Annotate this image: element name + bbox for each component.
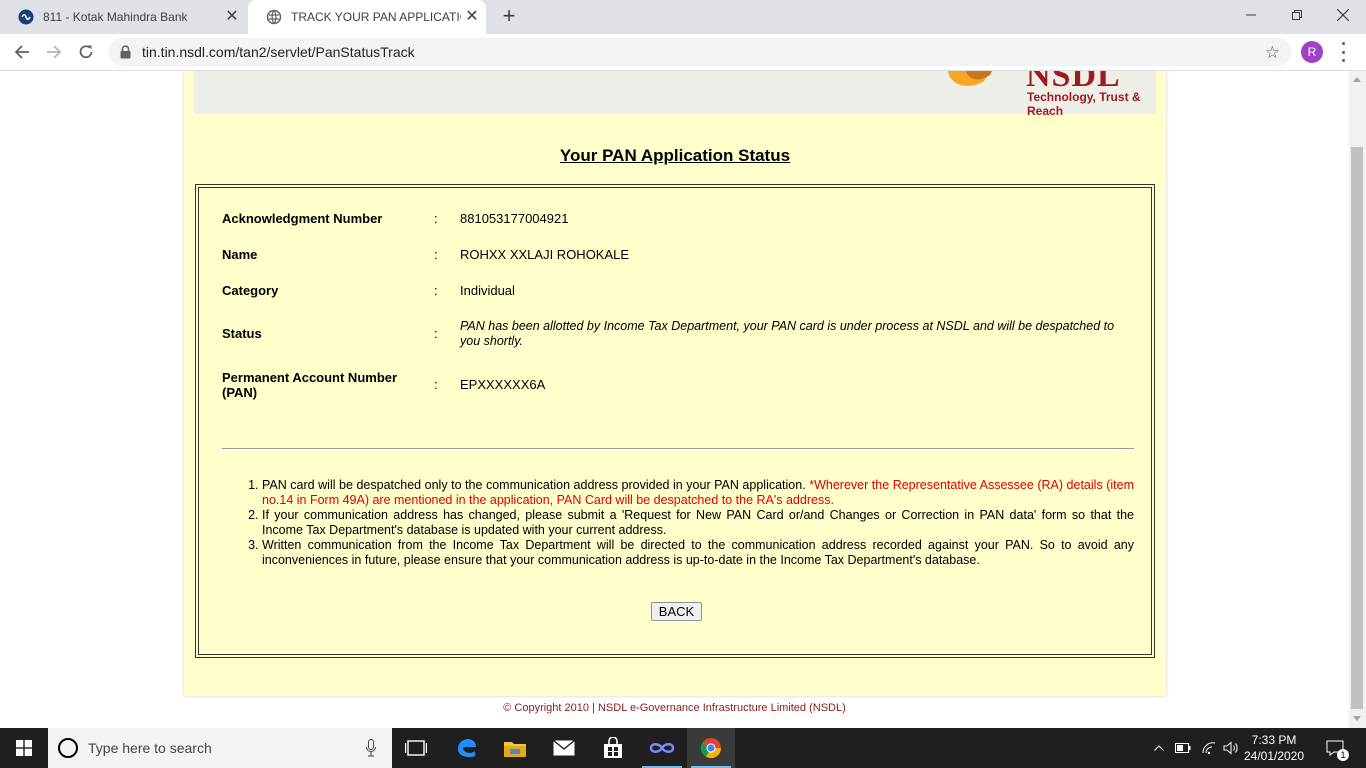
tab-kotak[interactable]: 811 - Kotak Mahindra Bank ✕ [0, 0, 246, 34]
page-viewport: NSDL Technology, Trust & Reach Your PAN … [0, 71, 1349, 728]
category-value: Individual [460, 283, 515, 298]
wifi-button[interactable] [1198, 728, 1220, 768]
address-bar[interactable]: tin.tin.nsdl.com/tan2/servlet/PanStatusT… [108, 38, 1292, 66]
microphone-icon[interactable] [366, 739, 376, 762]
separator: : [434, 211, 438, 226]
status-panel: Acknowledgment Number : 881053177004921 … [195, 184, 1155, 658]
new-tab-button[interactable]: + [498, 5, 520, 28]
tab-strip: 811 - Kotak Mahindra Bank ✕ TRACK YOUR P… [0, 0, 1366, 34]
edge-browser-button[interactable] [442, 728, 490, 768]
bookmark-star-icon[interactable]: ☆ [1265, 43, 1280, 63]
task-view-icon [405, 740, 427, 756]
minimize-icon [1246, 14, 1256, 16]
detail-label: Category [222, 283, 279, 298]
battery-button[interactable] [1172, 728, 1194, 768]
clock-date: 24/01/2020 [1243, 749, 1305, 763]
show-hidden-icons-button[interactable] [1150, 728, 1168, 768]
tab-title: TRACK YOUR PAN APPLICATION [291, 10, 461, 24]
mail-button[interactable] [540, 728, 588, 768]
minimize-button[interactable] [1228, 0, 1274, 30]
scrollbar-thumb[interactable] [1351, 147, 1363, 709]
page-container: NSDL Technology, Trust & Reach Your PAN … [184, 71, 1166, 696]
lock-icon [120, 45, 131, 64]
pan-number: EPXXXXXX6A [460, 377, 546, 392]
notification-count-badge: 1 [1337, 749, 1349, 761]
back-button[interactable]: BACK [651, 602, 702, 621]
tab-track-pan[interactable]: TRACK YOUR PAN APPLICATION ✕ [248, 0, 486, 34]
divider [222, 448, 1134, 449]
windows-logo-icon [16, 740, 32, 756]
brand-tagline: Technology, Trust & Reach [1027, 90, 1141, 118]
scroll-down-icon[interactable] [1353, 716, 1361, 721]
battery-icon [1175, 743, 1191, 753]
browser-menu-icon[interactable] [1336, 42, 1350, 62]
infinity-app-icon [649, 743, 675, 753]
separator: : [434, 283, 438, 298]
start-button[interactable] [0, 728, 48, 768]
page-title: Your PAN Application Status [559, 146, 791, 165]
vertical-scrollbar[interactable] [1349, 71, 1366, 728]
status-value: PAN has been allotted by Income Tax Depa… [460, 319, 1115, 348]
profile-avatar[interactable]: R [1301, 41, 1323, 63]
store-icon [604, 737, 622, 758]
taskbar-clock[interactable]: 7:33 PM 24/01/2020 [1240, 732, 1308, 764]
chevron-up-icon [1154, 745, 1164, 751]
separator: : [434, 247, 438, 262]
notes-section: PAN card will be despatched only to the … [222, 478, 1134, 568]
file-explorer-button[interactable] [491, 728, 539, 768]
search-placeholder: Type here to search [88, 740, 212, 756]
header-band: NSDL Technology, Trust & Reach [194, 71, 1156, 118]
separator: : [434, 326, 438, 341]
note-item: PAN card will be despatched only to the … [262, 478, 1134, 508]
url-text: tin.tin.nsdl.com/tan2/servlet/PanStatusT… [142, 44, 415, 60]
browser-toolbar: tin.tin.nsdl.com/tan2/servlet/PanStatusT… [0, 34, 1366, 71]
speaker-icon [1223, 741, 1238, 755]
acknowledgment-number: 881053177004921 [460, 211, 569, 226]
applicant-name: ROHXX XXLAJI ROHOKALE [460, 247, 630, 262]
edge-icon [458, 739, 476, 757]
detail-label: Permanent Account Number (PAN) [222, 370, 398, 400]
chrome-button[interactable] [687, 728, 735, 768]
reload-icon [79, 45, 93, 59]
arrow-right-icon [47, 45, 62, 59]
forward-nav-button[interactable] [42, 40, 66, 64]
scroll-up-icon[interactable] [1353, 77, 1361, 82]
taskbar-search-box[interactable]: Type here to search [48, 728, 392, 768]
tab-title: 811 - Kotak Mahindra Bank [43, 10, 188, 24]
volume-button[interactable] [1220, 728, 1242, 768]
detail-label: Name [222, 247, 258, 262]
app-pinned-button[interactable] [638, 728, 686, 768]
arrow-left-icon [14, 45, 29, 59]
back-nav-button[interactable] [10, 40, 34, 64]
task-view-button[interactable] [392, 728, 440, 768]
detail-label: Acknowledgment Number [222, 211, 383, 226]
restore-button[interactable] [1274, 0, 1320, 30]
clock-time: 7:33 PM [1251, 733, 1297, 747]
separator: : [434, 377, 438, 392]
restore-icon [1292, 10, 1302, 20]
close-icon [1337, 9, 1349, 21]
store-button[interactable] [589, 728, 637, 768]
reload-button[interactable] [74, 40, 98, 64]
note-item: Written communication from the Income Ta… [262, 538, 1134, 568]
windows-taskbar: Type here to search 7:33 PM 24/01/2020 1 [0, 728, 1366, 768]
folder-icon [504, 742, 526, 757]
globe-icon [266, 9, 282, 25]
copyright-footer: © Copyright 2010 | NSDL e-Governance Inf… [503, 702, 846, 714]
search-icon [58, 738, 78, 758]
wifi-icon [1202, 742, 1216, 755]
note-item: If your communication address has change… [262, 508, 1134, 538]
detail-label: Status [222, 326, 262, 341]
close-tab-icon[interactable]: ✕ [464, 9, 480, 25]
nsdl-logo-icon [948, 71, 992, 86]
chrome-icon [700, 738, 722, 759]
close-window-button[interactable] [1320, 0, 1366, 30]
close-tab-icon[interactable]: ✕ [224, 9, 240, 25]
mail-icon [553, 740, 575, 756]
kotak-favicon-icon [18, 9, 34, 25]
action-center-button[interactable]: 1 [1320, 728, 1350, 768]
